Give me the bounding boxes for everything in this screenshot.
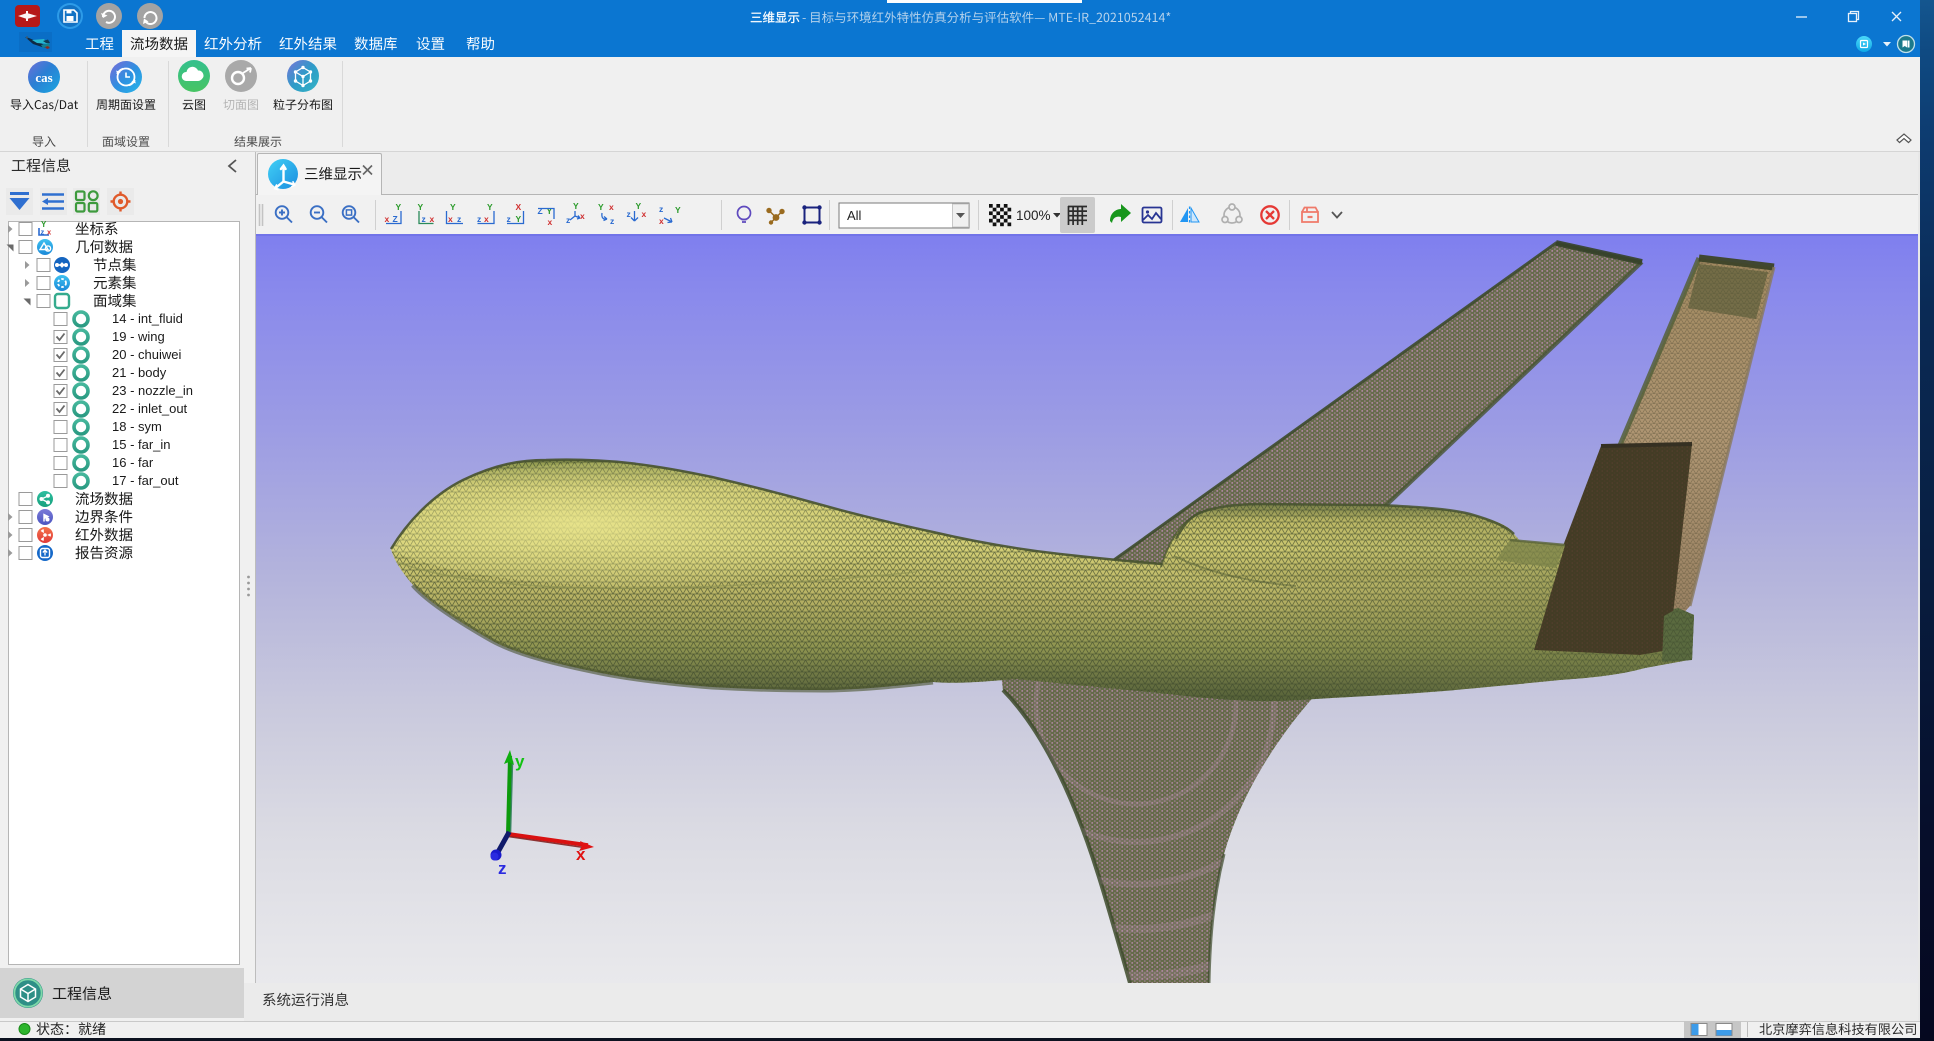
svg-text:Z: Z — [538, 206, 543, 216]
svg-text:Y: Y — [675, 205, 681, 215]
svg-text:z: z — [498, 859, 507, 878]
svg-text:z: z — [610, 216, 614, 226]
svg-text:Y: Y — [487, 202, 493, 212]
svg-text:y: y — [515, 752, 525, 771]
svg-text:Y: Y — [418, 202, 424, 212]
svg-text:100%: 100% — [1016, 208, 1051, 223]
svg-text:x: x — [548, 217, 553, 227]
svg-text:Z: Z — [393, 214, 398, 224]
svg-text:x: x — [430, 214, 435, 224]
svg-text:x: x — [484, 214, 489, 224]
svg-text:Y: Y — [573, 201, 579, 211]
svg-text:z: z — [477, 214, 481, 224]
svg-text:x: x — [47, 228, 52, 237]
svg-text:x: x — [385, 214, 390, 224]
svg-text:z: z — [659, 204, 663, 214]
svg-text:Y: Y — [516, 214, 522, 224]
svg-text:z: z — [457, 214, 461, 224]
svg-text:Y: Y — [450, 202, 456, 212]
svg-text:x: x — [580, 211, 585, 221]
svg-text:All: All — [847, 208, 862, 223]
svg-text:Y: Y — [547, 206, 553, 216]
svg-text:x: x — [659, 216, 664, 226]
svg-text:z: z — [41, 228, 45, 237]
svg-text:Y: Y — [396, 202, 402, 212]
svg-text:z: z — [566, 215, 570, 225]
svg-text:z: z — [507, 214, 511, 224]
svg-text:x: x — [448, 214, 453, 224]
svg-text:X: X — [516, 202, 522, 212]
svg-text:Y: Y — [598, 202, 604, 212]
svg-text:z: z — [627, 209, 631, 219]
svg-text:x: x — [576, 845, 586, 864]
svg-text:x: x — [609, 202, 614, 212]
svg-text:z: z — [422, 214, 426, 224]
svg-text:x: x — [642, 209, 647, 219]
